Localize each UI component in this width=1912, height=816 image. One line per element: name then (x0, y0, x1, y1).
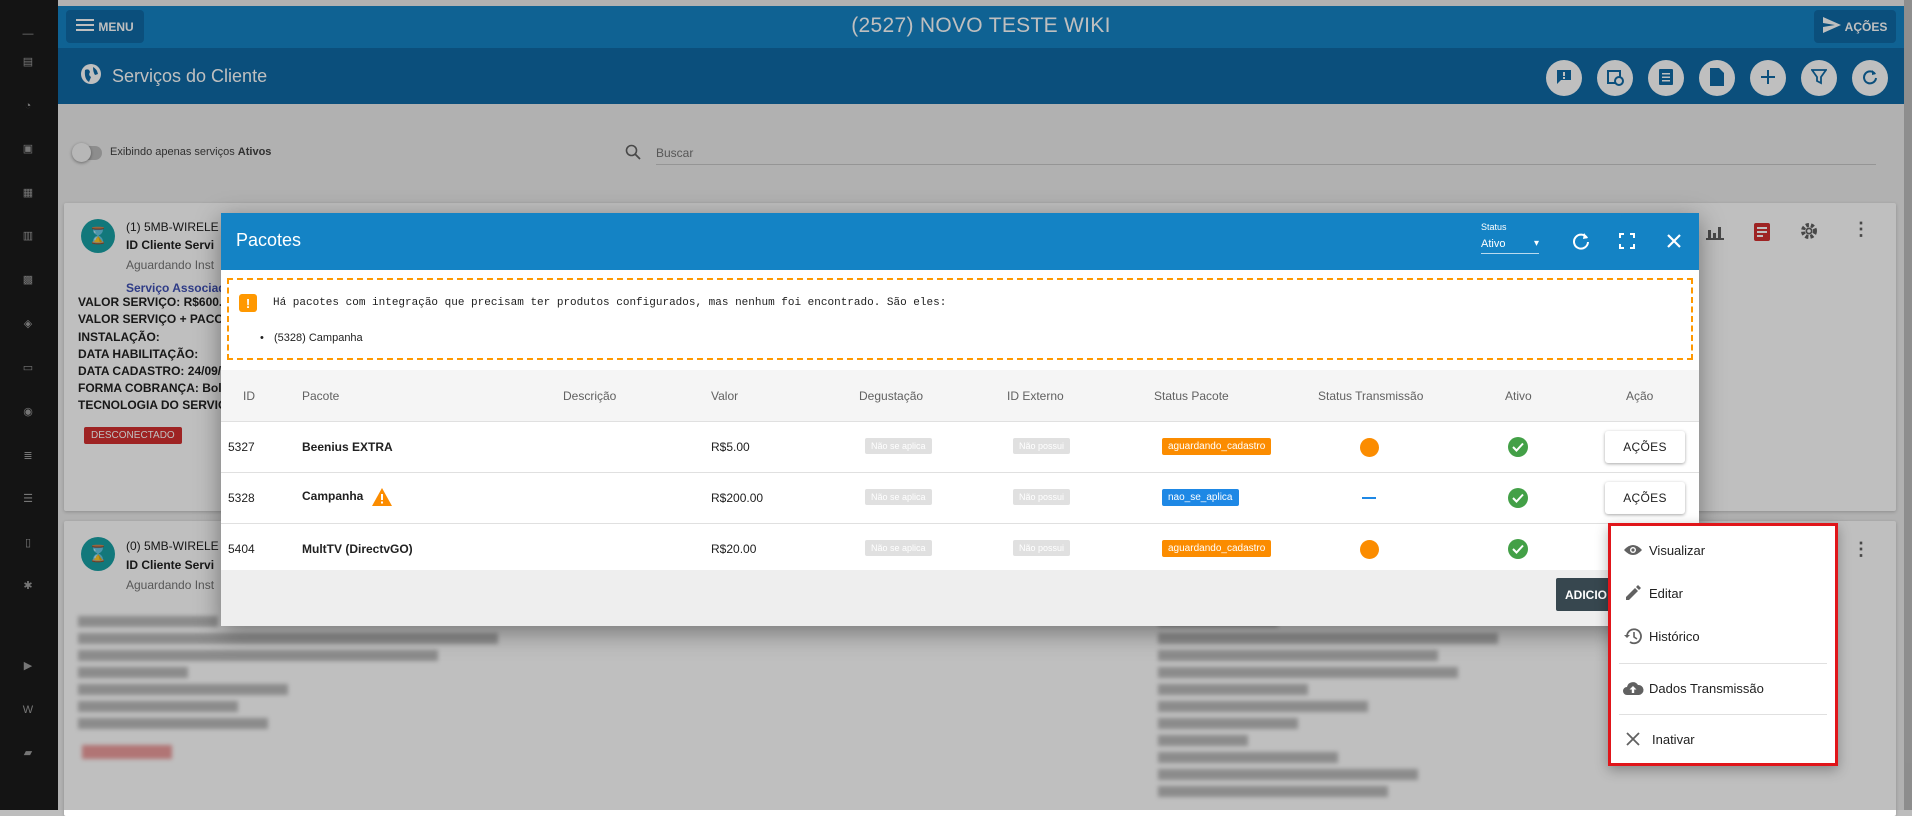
external-id-chip: Não possui (1013, 489, 1071, 505)
active-check-icon (1508, 488, 1528, 508)
column-header: ID (243, 389, 255, 403)
transmission-none-icon (1362, 497, 1376, 499)
column-header: Ativo (1505, 389, 1532, 403)
column-header: Descrição (563, 389, 617, 403)
column-header: Status Transmissão (1318, 389, 1424, 403)
menu-item-label: Visualizar (1649, 542, 1706, 558)
eye-icon (1622, 539, 1644, 561)
close-icon (1622, 728, 1644, 750)
menu-item-inativar[interactable]: Inativar (1611, 719, 1835, 759)
close-icon[interactable] (1661, 228, 1687, 254)
row-actions-menu: Visualizar Editar Histórico Dados Transm… (1608, 523, 1838, 766)
menu-item-visualizar[interactable]: Visualizar (1611, 530, 1835, 570)
cell-id: 5328 (228, 491, 255, 505)
menu-divider (1619, 663, 1827, 664)
alert-icon: ! (239, 294, 257, 312)
external-id-chip: Não possui (1013, 438, 1071, 454)
trial-chip: Não se aplica (865, 489, 932, 505)
package-status-chip: nao_se_aplica (1162, 489, 1239, 506)
history-icon (1622, 625, 1644, 647)
transmission-pending-icon (1360, 438, 1379, 457)
column-header: Status Pacote (1154, 389, 1229, 403)
packages-modal: Pacotes Status Ativo ! Há pacotes com in… (221, 213, 1699, 626)
active-check-icon (1508, 437, 1528, 457)
pencil-icon (1622, 582, 1644, 604)
alert-text: Há pacotes com integração que precisam t… (273, 297, 947, 309)
integration-alert: ! Há pacotes com integração que precisam… (227, 278, 1693, 360)
menu-item-label: Histórico (1649, 628, 1700, 644)
cell-value: R$200.00 (711, 491, 764, 505)
column-header: Ação (1626, 389, 1654, 403)
row-actions-button[interactable]: AÇÕES (1605, 482, 1685, 514)
column-header: ID Externo (1007, 389, 1064, 403)
package-status-chip: aguardando_cadastro (1162, 438, 1272, 455)
table-row: 5404 MultTV (DirectvGO) R$20.00 Não se a… (221, 524, 1699, 575)
modal-footer: ADICIO (221, 570, 1699, 626)
cell-package: Campanha (302, 489, 364, 503)
menu-item-label: Inativar (1652, 731, 1695, 747)
warning-icon (371, 487, 393, 510)
menu-item-dados-transmissao[interactable]: Dados Transmissão (1611, 668, 1835, 708)
external-id-chip: Não possui (1013, 540, 1071, 556)
transmission-pending-icon (1360, 540, 1379, 559)
column-header: Valor (711, 389, 739, 403)
menu-item-historico[interactable]: Histórico (1611, 616, 1835, 656)
table-header: ID Pacote Descrição Valor Degustação ID … (221, 370, 1699, 422)
refresh-icon[interactable] (1568, 228, 1594, 254)
menu-item-editar[interactable]: Editar (1611, 573, 1835, 613)
cell-package: MultTV (DirectvGO) (302, 542, 413, 556)
cell-id: 5327 (228, 440, 255, 454)
alert-list-item: (5328) Campanha (260, 332, 363, 344)
table-row: 5327 Beenius EXTRA R$5.00 Não se aplica … (221, 422, 1699, 473)
cell-package: Beenius EXTRA (302, 440, 393, 454)
status-filter-select[interactable]: Ativo (1481, 238, 1539, 254)
trial-chip: Não se aplica (865, 438, 932, 454)
menu-item-label: Dados Transmissão (1649, 680, 1764, 696)
row-actions-button[interactable]: AÇÕES (1605, 431, 1685, 463)
package-status-chip: aguardando_cadastro (1162, 540, 1272, 557)
fullscreen-icon[interactable] (1614, 228, 1640, 254)
modal-header: Pacotes Status Ativo (221, 213, 1699, 270)
status-filter-label: Status (1481, 222, 1507, 232)
modal-title: Pacotes (236, 230, 302, 250)
cell-id: 5404 (228, 542, 255, 556)
active-check-icon (1508, 539, 1528, 559)
table-row: 5328 Campanha R$200.00 Não se aplica Não… (221, 473, 1699, 524)
trial-chip: Não se aplica (865, 540, 932, 556)
cell-value: R$20.00 (711, 542, 757, 556)
cloud-upload-icon (1622, 677, 1644, 699)
cell-value: R$5.00 (711, 440, 750, 454)
column-header: Pacote (302, 389, 340, 403)
menu-divider (1619, 714, 1827, 715)
column-header: Degustação (859, 389, 924, 403)
menu-item-label: Editar (1649, 585, 1683, 601)
